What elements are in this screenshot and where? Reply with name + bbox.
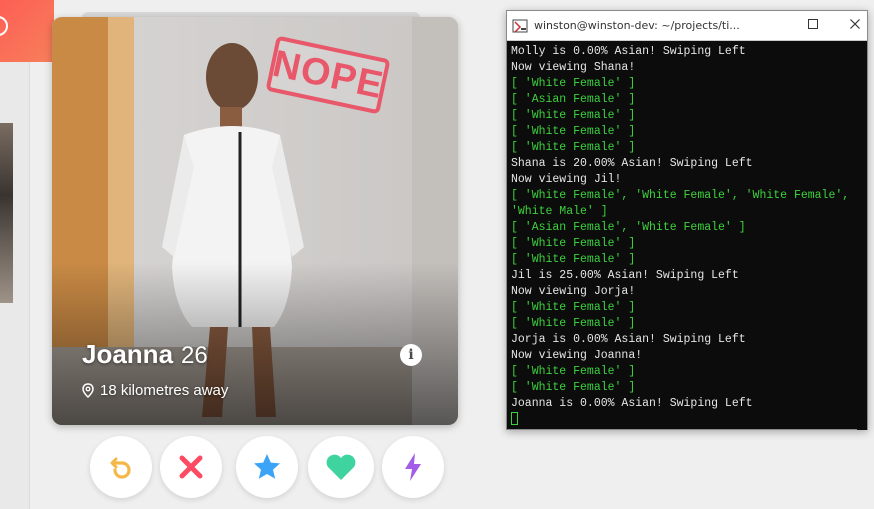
rewind-button[interactable] xyxy=(90,436,152,498)
terminal-line: Molly is 0.00% Asian! Swiping Left xyxy=(511,45,746,58)
terminal-line: [ 'White Female' ] xyxy=(511,141,636,154)
super-like-star-icon xyxy=(254,454,280,479)
terminal-line: [ 'White Female' ] xyxy=(511,317,636,330)
maximize-icon[interactable] xyxy=(807,18,819,30)
nope-x-icon xyxy=(179,455,203,479)
profile-distance-row: 18 kilometres away xyxy=(82,382,228,399)
terminal-line: [ 'White Female' ] xyxy=(511,125,636,138)
terminal-line: [ 'White Female' ] xyxy=(511,237,636,250)
terminal-line: [ 'Asian Female' ] xyxy=(511,93,636,106)
super-like-button[interactable] xyxy=(236,436,298,498)
terminal-app-icon xyxy=(512,19,528,33)
profile-age: 26 xyxy=(181,342,208,369)
terminal-window[interactable]: winston@winston-dev: ~/projects/ti... Mo… xyxy=(506,10,868,430)
terminal-line: [ 'White Female', 'White Female', 'White… xyxy=(511,189,857,218)
close-icon[interactable] xyxy=(849,18,861,30)
terminal-scrollbar[interactable] xyxy=(857,42,867,430)
terminal-line: [ 'White Female' ] xyxy=(511,381,636,394)
terminal-line: Jorja is 0.00% Asian! Swiping Left xyxy=(511,333,746,346)
terminal-line: Shana is 20.00% Asian! Swiping Left xyxy=(511,157,753,170)
like-button[interactable] xyxy=(308,436,374,498)
info-icon[interactable]: i xyxy=(400,344,422,366)
terminal-line: [ 'White Female' ] xyxy=(511,109,636,122)
terminal-line: Now viewing Shana! xyxy=(511,61,636,74)
terminal-line: [ 'Asian Female', 'White Female' ] xyxy=(511,221,746,234)
terminal-line: [ 'White Female' ] xyxy=(511,77,636,90)
profile-card[interactable]: NOPE Joanna 26 18 kilometres away i xyxy=(52,17,458,425)
terminal-title: winston@winston-dev: ~/projects/ti... xyxy=(534,19,740,32)
terminal-line: Now viewing Joanna! xyxy=(511,349,643,362)
profile-name-row: Joanna 26 xyxy=(82,339,208,370)
header-accent[interactable] xyxy=(0,0,54,62)
terminal-line: [ 'White Female' ] xyxy=(511,301,636,314)
terminal-line: Now viewing Jil! xyxy=(511,173,622,186)
nope-button[interactable] xyxy=(160,436,222,498)
terminal-line: [ 'White Female' ] xyxy=(511,365,636,378)
terminal-cursor xyxy=(511,412,863,428)
profile-circle-icon[interactable] xyxy=(0,16,8,36)
terminal-line: [ 'White Female' ] xyxy=(511,253,636,266)
location-pin-icon xyxy=(82,383,94,398)
terminal-line: Jil is 25.00% Asian! Swiping Left xyxy=(511,269,739,282)
rewind-icon xyxy=(110,457,131,479)
match-thumbnail[interactable] xyxy=(0,123,13,303)
action-bar xyxy=(88,436,448,502)
profile-name: Joanna xyxy=(82,339,174,369)
terminal-line: Now viewing Jorja! xyxy=(511,285,636,298)
terminal-titlebar[interactable]: winston@winston-dev: ~/projects/ti... xyxy=(507,11,867,41)
profile-distance: 18 kilometres away xyxy=(100,382,229,399)
like-heart-icon xyxy=(326,454,356,480)
terminal-line: Joanna is 0.00% Asian! Swiping Left xyxy=(511,397,753,410)
terminal-output[interactable]: Molly is 0.00% Asian! Swiping Left Now vi… xyxy=(511,44,863,428)
boost-button[interactable] xyxy=(382,436,444,498)
boost-bolt-icon xyxy=(405,453,421,481)
